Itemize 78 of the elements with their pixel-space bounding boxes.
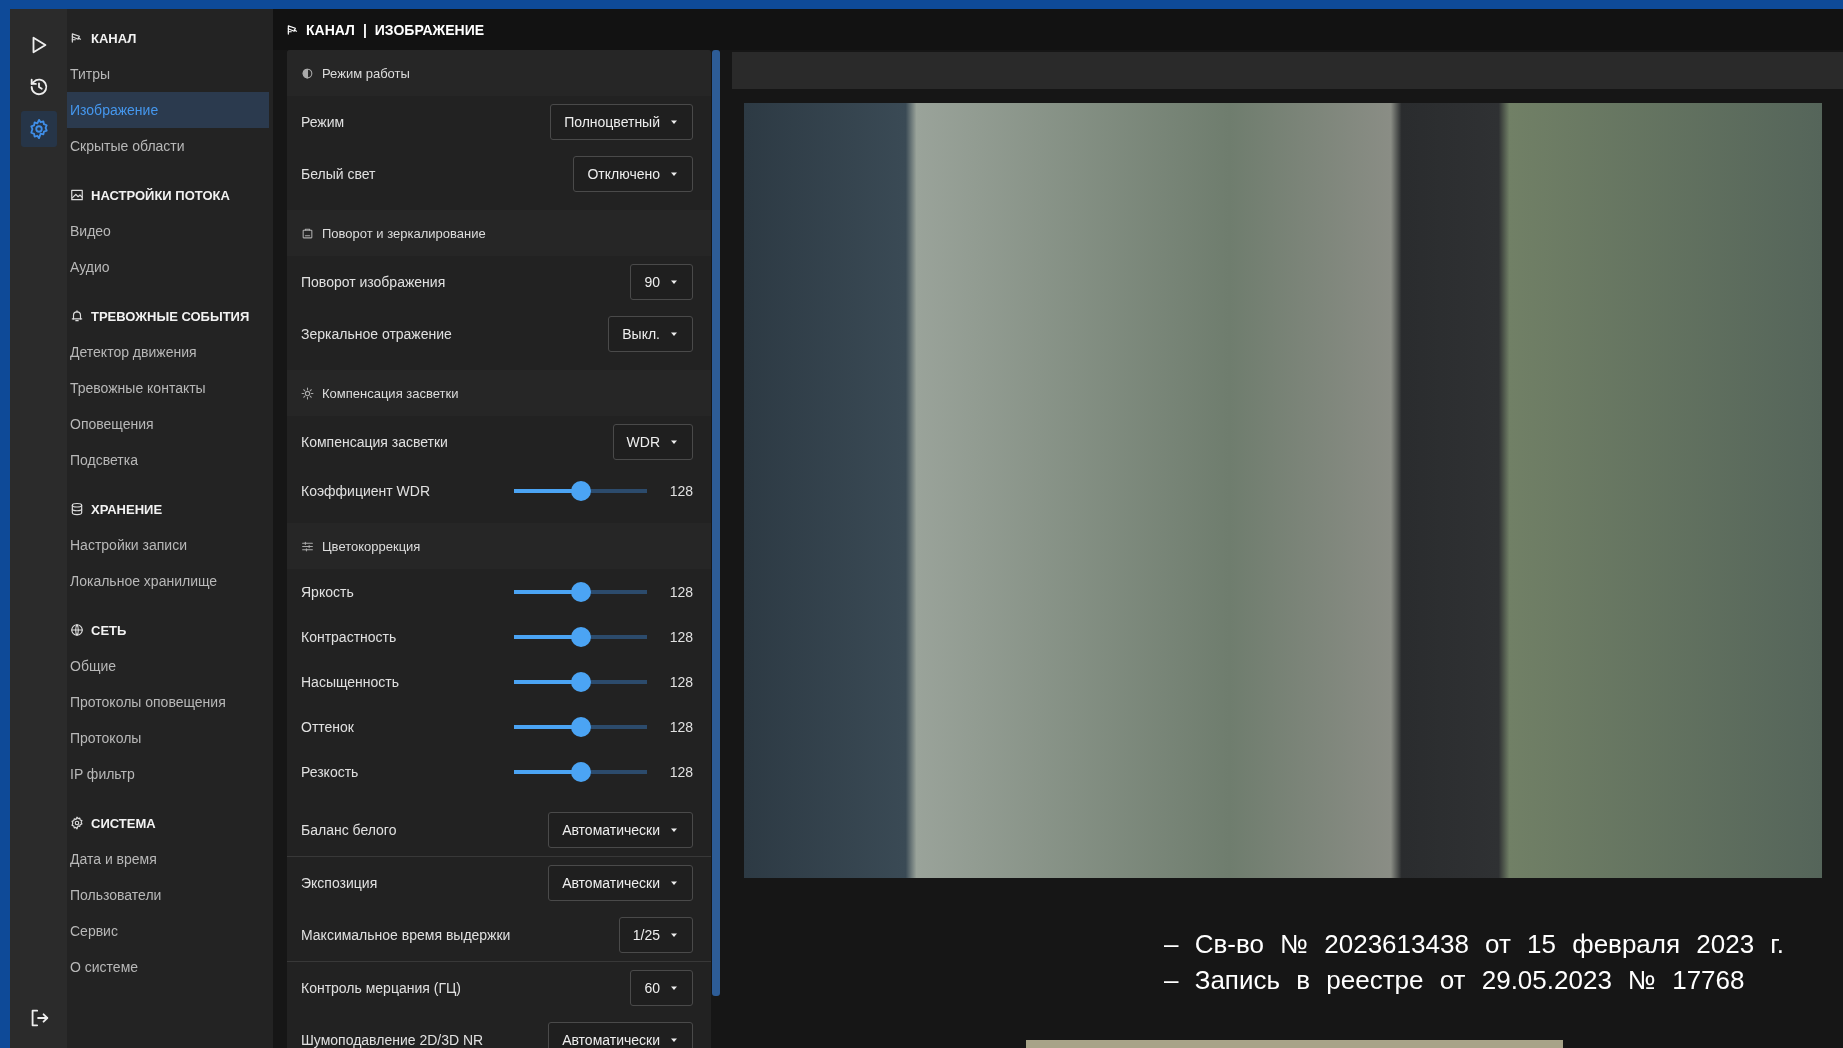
setting-label: Зеркальное отражение bbox=[301, 326, 453, 342]
sidebar-item[interactable]: Детектор движения bbox=[67, 334, 269, 370]
setting-label: Поворот изображения bbox=[301, 274, 447, 290]
setting-label: Экспозиция bbox=[301, 875, 379, 891]
dropdown[interactable]: Выкл. bbox=[608, 316, 693, 352]
section-heading: ХРАНЕНИЕ bbox=[91, 501, 163, 517]
section-heading: СЕТЬ bbox=[91, 622, 127, 638]
dropdown[interactable]: 90 bbox=[630, 264, 693, 300]
sidebar-item[interactable]: Скрытые области bbox=[67, 128, 269, 164]
dropdown[interactable]: Отключено bbox=[573, 156, 693, 192]
bell-icon bbox=[70, 309, 84, 323]
sidebar-item[interactable]: Настройки записи bbox=[67, 527, 269, 563]
sidebar-item[interactable]: Локальное хранилище bbox=[67, 563, 269, 599]
breadcrumb-separator: | bbox=[362, 21, 367, 38]
slider-value: 128 bbox=[668, 482, 693, 499]
setting-label: Контрастность bbox=[301, 628, 398, 645]
sidebar-item[interactable]: Подсветка bbox=[67, 442, 269, 478]
breadcrumb-item: ИЗОБРАЖЕНИЕ bbox=[374, 21, 485, 38]
dropdown[interactable]: WDR bbox=[612, 424, 693, 460]
section-heading: НАСТРОЙКИ ПОТОКА bbox=[91, 187, 230, 203]
setting-label: Резкость bbox=[301, 763, 360, 780]
sidebar-item[interactable]: Изображение bbox=[67, 92, 269, 128]
database-icon bbox=[70, 502, 84, 516]
dropdown[interactable]: Автоматически bbox=[548, 865, 693, 901]
dropdown[interactable]: 60 bbox=[630, 970, 693, 1006]
slider-value: 128 bbox=[668, 763, 693, 780]
setting-label: Баланс белого bbox=[301, 822, 398, 838]
contrast-icon bbox=[301, 66, 314, 80]
sidebar-item[interactable]: Аудио bbox=[67, 249, 269, 285]
setting-label: Яркость bbox=[301, 583, 355, 600]
sidebar-item[interactable]: О системе bbox=[67, 949, 269, 985]
setting-label: Шумоподавление 2D/3D NR bbox=[301, 1032, 485, 1048]
section-heading: ТРЕВОЖНЫЕ СОБЫТИЯ bbox=[91, 308, 250, 324]
section-title: Режим работы bbox=[322, 65, 410, 81]
section-title: Поворот и зеркалирование bbox=[322, 225, 486, 241]
sidebar-item[interactable]: Общие bbox=[67, 648, 269, 684]
sidebar-item[interactable]: Протоколы bbox=[67, 720, 269, 756]
globe-icon bbox=[70, 623, 84, 637]
settings-icon bbox=[70, 816, 84, 830]
slider-value: 128 bbox=[668, 718, 693, 735]
setting-label: Компенсация засветки bbox=[301, 434, 449, 450]
sidebar-item[interactable]: Сервис bbox=[67, 913, 269, 949]
scrollbar[interactable] bbox=[712, 50, 720, 996]
slider-value: 128 bbox=[668, 628, 693, 645]
sidebar-item[interactable]: Пользователи bbox=[67, 877, 269, 913]
setting-label: Режим bbox=[301, 114, 346, 130]
sidebar-item[interactable]: Протоколы оповещения bbox=[67, 684, 269, 720]
section-heading: СИСТЕМА bbox=[91, 815, 156, 831]
setting-label: Белый свет bbox=[301, 166, 377, 182]
setting-label: Контроль мерцания (ГЦ) bbox=[301, 980, 462, 996]
setting-label: Максимальное время выдержки bbox=[301, 927, 512, 943]
slider-value: 128 bbox=[668, 583, 693, 600]
frame-icon bbox=[301, 226, 314, 240]
image-icon bbox=[70, 188, 84, 202]
section-title: Компенсация засветки bbox=[322, 385, 459, 401]
setting-label: Оттенок bbox=[301, 718, 355, 735]
sidebar-item[interactable]: Видео bbox=[67, 213, 269, 249]
sidebar-item[interactable]: Дата и время bbox=[67, 841, 269, 877]
dropdown[interactable]: Полноцветный bbox=[550, 104, 693, 140]
section-heading: КАНАЛ bbox=[91, 30, 137, 46]
slider-value: 128 bbox=[668, 673, 693, 690]
setting-label: Насыщенность bbox=[301, 673, 401, 690]
settings-button[interactable] bbox=[20, 111, 57, 147]
sidebar-item[interactable]: Тревожные контакты bbox=[67, 370, 269, 406]
sliders-icon bbox=[301, 539, 314, 553]
caption-text: – Запись в реестре от 29.05.2023 № 17768 bbox=[1164, 964, 1746, 997]
sun-icon bbox=[301, 386, 314, 400]
dropdown[interactable]: Автоматически bbox=[548, 812, 693, 848]
settings-icon bbox=[27, 118, 50, 140]
sidebar-item[interactable]: Титры bbox=[67, 56, 269, 92]
dropdown[interactable]: Автоматически bbox=[548, 1022, 693, 1048]
section-title: Цветокоррекция bbox=[322, 538, 421, 554]
caption-text: – Св-во № 2023613438 от 15 февраля 2023 г. bbox=[1164, 928, 1785, 961]
sidebar-item[interactable]: Оповещения bbox=[67, 406, 269, 442]
breadcrumb-item[interactable]: КАНАЛ bbox=[306, 21, 355, 38]
sidebar-item[interactable]: IP фильтр bbox=[67, 756, 269, 792]
setting-label: Коэффициент WDR bbox=[301, 482, 432, 499]
dropdown[interactable]: 1/25 bbox=[618, 917, 693, 953]
